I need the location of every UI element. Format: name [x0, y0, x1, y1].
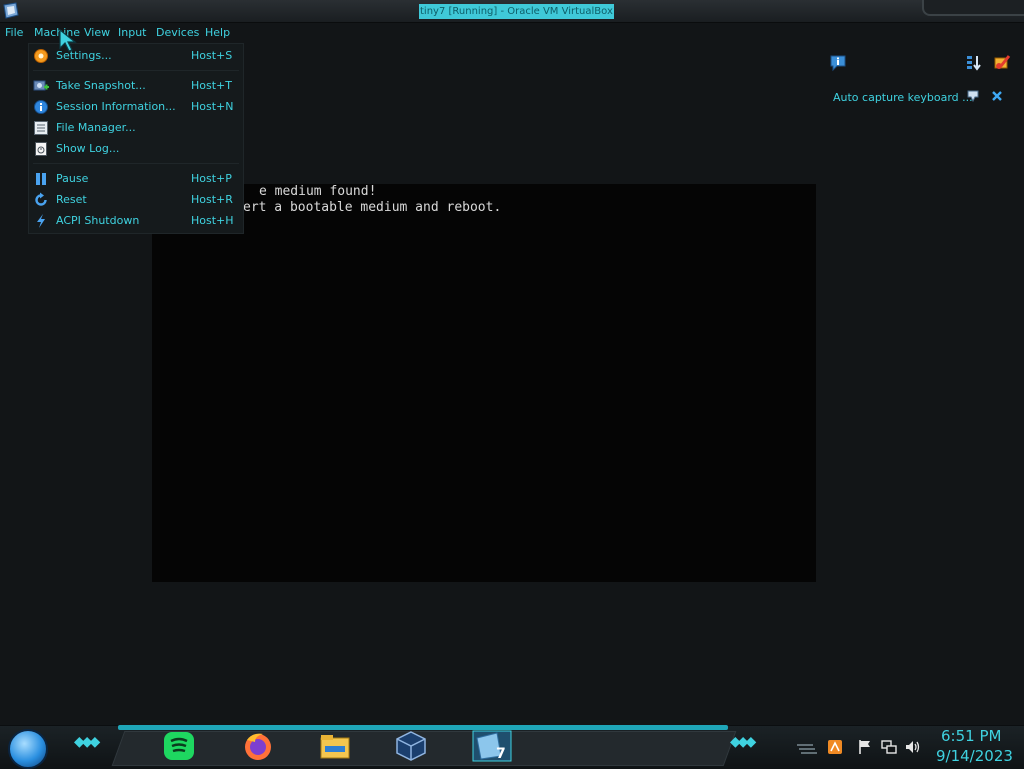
virtualbox-icon[interactable] — [394, 730, 428, 762]
menu-item-label: Session Information... — [56, 100, 176, 113]
menu-item-file-manager[interactable]: File Manager... — [29, 118, 243, 138]
show-hidden-icons-icon[interactable] — [795, 739, 817, 755]
volume-icon[interactable] — [905, 739, 921, 755]
clock-date[interactable]: 9/14/2023 — [936, 747, 1013, 765]
pause-icon — [36, 173, 46, 185]
menu-input[interactable]: Input — [118, 26, 146, 39]
menu-item-acpi-shutdown[interactable]: ACPI Shutdown Host+H — [29, 211, 243, 231]
menu-item-label: Show Log... — [56, 142, 120, 155]
auto-capture-notice: Auto capture keyboard ... — [833, 91, 973, 104]
network-icon[interactable] — [881, 739, 897, 755]
virtualbox-icon[interactable] — [2, 2, 20, 20]
windows7-vm-icon[interactable]: 7 — [472, 730, 512, 762]
left-chevrons-icon: ◆◆◆ — [74, 734, 100, 750]
menu-file[interactable]: File — [5, 26, 23, 39]
file-manager-icon — [34, 121, 48, 135]
machine-menu: Settings... Host+S Take Snapshot... Host… — [28, 43, 244, 234]
menu-item-shortcut: Host+P — [191, 172, 232, 185]
file-explorer-icon[interactable] — [318, 730, 352, 762]
flag-icon[interactable] — [857, 739, 873, 755]
mouse-cursor-icon — [59, 28, 77, 52]
orange-app-icon[interactable] — [827, 739, 843, 755]
menu-bar: File Machine View Input Devices Help — [0, 23, 1024, 43]
menu-item-label: Reset — [56, 193, 87, 206]
settings-gear-icon — [34, 49, 48, 63]
menu-separator — [33, 163, 239, 164]
window-controls[interactable] — [922, 0, 1024, 16]
svg-text:7: 7 — [496, 746, 506, 762]
menu-item-label: Take Snapshot... — [56, 79, 146, 92]
title-bar: tiny7 [Running] - Oracle VM VirtualBox — [0, 0, 1024, 23]
menu-item-reset[interactable]: Reset Host+R — [29, 190, 243, 210]
clock-time[interactable]: 6:51 PM — [941, 727, 1001, 745]
menu-item-show-log[interactable]: Show Log... — [29, 139, 243, 159]
log-icon — [35, 142, 47, 156]
menu-item-shortcut: Host+N — [191, 100, 234, 113]
boot-error-line-1: e medium found! — [259, 184, 377, 199]
menu-help[interactable]: Help — [205, 26, 230, 39]
pin-icon[interactable] — [966, 89, 980, 103]
paint-icon[interactable] — [993, 54, 1011, 72]
vm-screen[interactable]: e medium found! ert a bootable medium an… — [152, 184, 816, 582]
menu-item-label: File Manager... — [56, 121, 136, 134]
firefox-icon[interactable] — [241, 730, 275, 762]
info-bubble-icon[interactable] — [829, 54, 847, 72]
menu-item-label: Pause — [56, 172, 89, 185]
sort-icon[interactable] — [965, 54, 983, 72]
menu-item-shortcut: Host+H — [191, 214, 234, 227]
menu-item-label: ACPI Shutdown — [56, 214, 140, 227]
start-button[interactable] — [8, 729, 48, 769]
menu-devices[interactable]: Devices — [156, 26, 199, 39]
info-icon — [34, 100, 48, 114]
reset-icon — [35, 192, 47, 206]
menu-item-shortcut: Host+T — [191, 79, 232, 92]
window-title: tiny7 [Running] - Oracle VM VirtualBox — [419, 4, 614, 19]
menu-item-shortcut: Host+S — [191, 49, 233, 62]
close-icon[interactable] — [990, 89, 1004, 103]
acpi-shutdown-icon — [37, 214, 45, 228]
menu-item-take-snapshot[interactable]: Take Snapshot... Host+T — [29, 76, 243, 96]
boot-error-line-2: ert a bootable medium and reboot. — [243, 200, 502, 215]
right-chevrons-icon: ◆◆◆ — [730, 734, 756, 750]
menu-item-session-information[interactable]: Session Information... Host+N — [29, 97, 243, 117]
snapshot-icon — [33, 80, 49, 91]
menu-view[interactable]: View — [84, 26, 110, 39]
menu-separator — [33, 70, 239, 71]
menu-item-shortcut: Host+R — [191, 193, 233, 206]
menu-item-pause[interactable]: Pause Host+P — [29, 169, 243, 189]
spotify-icon[interactable] — [162, 730, 196, 762]
